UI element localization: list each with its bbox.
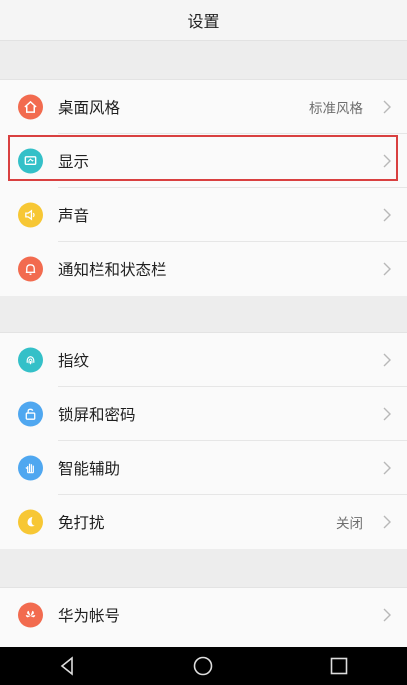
fingerprint-icon (18, 347, 43, 373)
settings-group-1: 桌面风格 标准风格 显示 声音 通知栏和状态栏 (0, 79, 407, 297)
settings-item-label: 锁屏和密码 (58, 406, 136, 424)
settings-item-label: 通知栏和状态栏 (58, 261, 167, 279)
hand-icon (18, 455, 43, 481)
chevron-right-icon (383, 262, 391, 276)
recents-icon (330, 657, 348, 675)
settings-item-do-not-disturb[interactable]: 免打扰 关闭 (0, 495, 407, 549)
settings-item-label: 桌面风格 (58, 99, 121, 117)
settings-item-desktop-style[interactable]: 桌面风格 标准风格 (0, 80, 407, 134)
settings-item-value: 标准风格 (309, 101, 363, 117)
highlight-box (8, 135, 398, 181)
section-gap (0, 41, 407, 79)
chevron-right-icon (383, 208, 391, 222)
chevron-right-icon (383, 608, 391, 622)
back-icon (60, 656, 73, 676)
huawei-logo-icon (18, 602, 43, 628)
chevron-right-icon (383, 100, 391, 114)
speaker-icon (18, 202, 43, 228)
chevron-right-icon (383, 407, 391, 421)
settings-item-sound[interactable]: 声音 (0, 188, 407, 242)
settings-item-label: 指纹 (58, 352, 90, 370)
chevron-right-icon (383, 353, 391, 367)
home-icon (18, 94, 43, 120)
home-circle-icon (194, 656, 213, 676)
lock-icon (18, 401, 43, 427)
section-gap (0, 296, 407, 332)
section-gap (0, 549, 407, 587)
settings-item-huawei-account[interactable]: 华为帐号 (0, 588, 407, 642)
settings-item-fingerprint[interactable]: 指纹 (0, 333, 407, 387)
settings-item-lock-screen[interactable]: 锁屏和密码 (0, 387, 407, 441)
navigation-bar (0, 647, 407, 685)
home-button[interactable] (158, 647, 248, 685)
page-title: 设置 (187, 12, 220, 31)
settings-item-label: 声音 (58, 207, 90, 225)
settings-item-label: 华为帐号 (58, 607, 121, 625)
settings-group-2: 指纹 锁屏和密码 智能辅助 免打扰 关闭 (0, 332, 407, 550)
settings-item-label: 智能辅助 (58, 460, 121, 478)
title-bar: 设置 (0, 0, 407, 41)
chevron-right-icon (383, 515, 391, 529)
recents-button[interactable] (294, 647, 384, 685)
bell-icon (18, 256, 43, 282)
settings-item-value: 关闭 (336, 516, 363, 532)
moon-icon (18, 509, 43, 535)
chevron-right-icon (383, 461, 391, 475)
settings-item-smart-assist[interactable]: 智能辅助 (0, 441, 407, 495)
settings-item-notification-bar[interactable]: 通知栏和状态栏 (0, 242, 407, 296)
settings-item-label: 免打扰 (58, 514, 105, 532)
back-button[interactable] (23, 647, 113, 685)
settings-group-3: 华为帐号 (0, 587, 407, 648)
